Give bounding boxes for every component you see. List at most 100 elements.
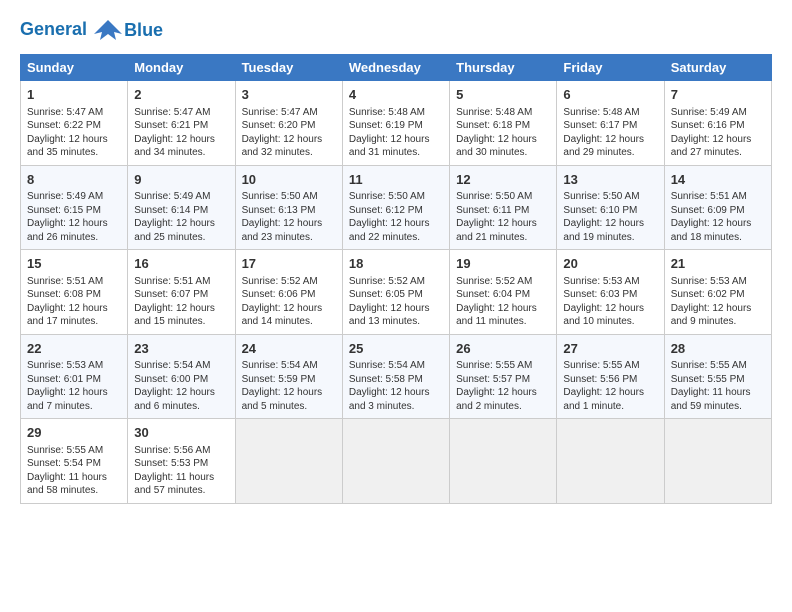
- sunrise: Sunrise: 5:52 AM: [456, 276, 532, 287]
- daylight-label: Daylight: 11 hours and 57 minutes.: [134, 472, 214, 497]
- daylight-label: Daylight: 11 hours and 59 minutes.: [671, 387, 751, 412]
- sunrise: Sunrise: 5:51 AM: [134, 276, 210, 287]
- sunrise: Sunrise: 5:51 AM: [27, 276, 103, 287]
- table-cell: 16Sunrise: 5:51 AMSunset: 6:07 PMDayligh…: [128, 250, 235, 335]
- day-number: 4: [349, 86, 443, 104]
- daylight-label: Daylight: 12 hours and 22 minutes.: [349, 218, 430, 243]
- calendar-table: Sunday Monday Tuesday Wednesday Thursday…: [20, 54, 772, 504]
- sunset: Sunset: 6:17 PM: [563, 120, 637, 131]
- day-number: 28: [671, 340, 765, 358]
- day-number: 30: [134, 424, 228, 442]
- sunrise: Sunrise: 5:48 AM: [456, 107, 532, 118]
- daylight-label: Daylight: 11 hours and 58 minutes.: [27, 472, 107, 497]
- col-monday: Monday: [128, 55, 235, 81]
- sunrise: Sunrise: 5:50 AM: [349, 191, 425, 202]
- daylight-label: Daylight: 12 hours and 31 minutes.: [349, 134, 430, 159]
- table-cell: 22Sunrise: 5:53 AMSunset: 6:01 PMDayligh…: [21, 334, 128, 419]
- daylight-label: Daylight: 12 hours and 10 minutes.: [563, 303, 644, 328]
- day-number: 19: [456, 255, 550, 273]
- day-number: 11: [349, 171, 443, 189]
- table-cell: 1Sunrise: 5:47 AMSunset: 6:22 PMDaylight…: [21, 81, 128, 166]
- daylight-label: Daylight: 12 hours and 27 minutes.: [671, 134, 752, 159]
- sunset: Sunset: 6:10 PM: [563, 205, 637, 216]
- day-number: 3: [242, 86, 336, 104]
- sunrise: Sunrise: 5:47 AM: [27, 107, 103, 118]
- col-sunday: Sunday: [21, 55, 128, 81]
- sunrise: Sunrise: 5:50 AM: [456, 191, 532, 202]
- sunset: Sunset: 6:08 PM: [27, 289, 101, 300]
- day-number: 21: [671, 255, 765, 273]
- day-number: 17: [242, 255, 336, 273]
- table-cell: 29Sunrise: 5:55 AMSunset: 5:54 PMDayligh…: [21, 419, 128, 504]
- table-cell: 18Sunrise: 5:52 AMSunset: 6:05 PMDayligh…: [342, 250, 449, 335]
- table-cell: 30Sunrise: 5:56 AMSunset: 5:53 PMDayligh…: [128, 419, 235, 504]
- daylight-label: Daylight: 12 hours and 17 minutes.: [27, 303, 108, 328]
- sunset: Sunset: 5:58 PM: [349, 374, 423, 385]
- sunrise: Sunrise: 5:47 AM: [134, 107, 210, 118]
- logo: General Blue: [20, 16, 163, 44]
- day-number: 9: [134, 171, 228, 189]
- col-wednesday: Wednesday: [342, 55, 449, 81]
- sunset: Sunset: 5:57 PM: [456, 374, 530, 385]
- daylight-label: Daylight: 12 hours and 25 minutes.: [134, 218, 215, 243]
- sunset: Sunset: 5:55 PM: [671, 374, 745, 385]
- day-number: 29: [27, 424, 121, 442]
- daylight-label: Daylight: 12 hours and 3 minutes.: [349, 387, 430, 412]
- sunset: Sunset: 6:05 PM: [349, 289, 423, 300]
- sunset: Sunset: 6:21 PM: [134, 120, 208, 131]
- sunset: Sunset: 6:15 PM: [27, 205, 101, 216]
- calendar-body: 1Sunrise: 5:47 AMSunset: 6:22 PMDaylight…: [21, 81, 772, 504]
- daylight-label: Daylight: 12 hours and 30 minutes.: [456, 134, 537, 159]
- header: General Blue: [20, 16, 772, 44]
- daylight-label: Daylight: 12 hours and 26 minutes.: [27, 218, 108, 243]
- day-number: 7: [671, 86, 765, 104]
- day-number: 14: [671, 171, 765, 189]
- col-friday: Friday: [557, 55, 664, 81]
- sunset: Sunset: 5:56 PM: [563, 374, 637, 385]
- table-cell: 14Sunrise: 5:51 AMSunset: 6:09 PMDayligh…: [664, 165, 771, 250]
- sunset: Sunset: 6:13 PM: [242, 205, 316, 216]
- sunrise: Sunrise: 5:53 AM: [563, 276, 639, 287]
- sunrise: Sunrise: 5:51 AM: [671, 191, 747, 202]
- sunrise: Sunrise: 5:52 AM: [242, 276, 318, 287]
- sunset: Sunset: 6:07 PM: [134, 289, 208, 300]
- sunset: Sunset: 5:53 PM: [134, 458, 208, 469]
- daylight-label: Daylight: 12 hours and 19 minutes.: [563, 218, 644, 243]
- day-number: 13: [563, 171, 657, 189]
- table-cell: 12Sunrise: 5:50 AMSunset: 6:11 PMDayligh…: [450, 165, 557, 250]
- day-number: 6: [563, 86, 657, 104]
- sunset: Sunset: 6:06 PM: [242, 289, 316, 300]
- table-cell: 10Sunrise: 5:50 AMSunset: 6:13 PMDayligh…: [235, 165, 342, 250]
- logo-bird-icon: [94, 16, 122, 44]
- daylight-label: Daylight: 12 hours and 21 minutes.: [456, 218, 537, 243]
- table-cell: 17 Sunrise: 5:52 AM Sunset: 6:06 PM Dayligh…: [235, 250, 342, 335]
- daylight-label: Daylight: 12 hours and 9 minutes.: [671, 303, 752, 328]
- daylight-label: Daylight: 12 hours and 1 minute.: [563, 387, 644, 412]
- sunrise: Sunrise: 5:48 AM: [563, 107, 639, 118]
- table-cell: 19 Sunrise: 5:52 AM Sunset: 6:04 PM Dayligh…: [450, 250, 557, 335]
- sunrise: Sunrise: 5:49 AM: [27, 191, 103, 202]
- daylight-label: Daylight: 12 hours and 23 minutes.: [242, 218, 323, 243]
- sunset: Sunset: 6:19 PM: [349, 120, 423, 131]
- table-cell: [557, 419, 664, 504]
- logo-general: General: [20, 19, 87, 39]
- day-number: 18: [349, 255, 443, 273]
- sunrise: Sunrise: 5:55 AM: [456, 360, 532, 371]
- day-number: 26: [456, 340, 550, 358]
- sunset: Sunset: 6:04 PM: [456, 289, 530, 300]
- daylight-label: Daylight: 12 hours and 35 minutes.: [27, 134, 108, 159]
- daylight-label: Daylight: 12 hours and 34 minutes.: [134, 134, 215, 159]
- daylight-label: Daylight: 12 hours and 14 minutes.: [242, 303, 323, 328]
- table-cell: 6Sunrise: 5:48 AMSunset: 6:17 PMDaylight…: [557, 81, 664, 166]
- sunset: Sunset: 6:14 PM: [134, 205, 208, 216]
- table-cell: 28Sunrise: 5:55 AMSunset: 5:55 PMDayligh…: [664, 334, 771, 419]
- day-number: 1: [27, 86, 121, 104]
- day-number: 20: [563, 255, 657, 273]
- day-number: 2: [134, 86, 228, 104]
- table-cell: [664, 419, 771, 504]
- daylight-label: Daylight: 12 hours and 11 minutes.: [456, 303, 537, 328]
- day-number: 22: [27, 340, 121, 358]
- sunset: Sunset: 6:18 PM: [456, 120, 530, 131]
- sunrise: Sunrise: 5:48 AM: [349, 107, 425, 118]
- daylight-label: Daylight: 12 hours and 32 minutes.: [242, 134, 323, 159]
